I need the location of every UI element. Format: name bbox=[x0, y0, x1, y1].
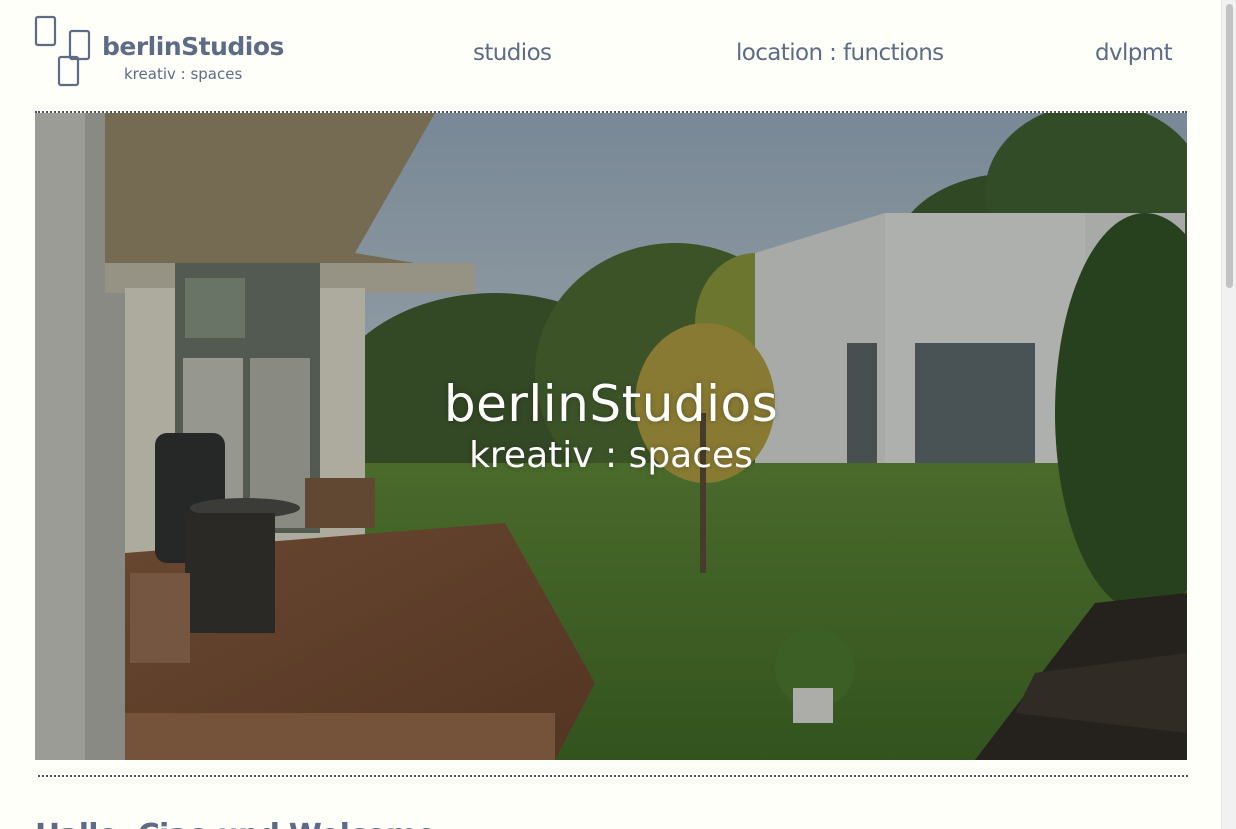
logo-title: berlinStudios bbox=[102, 32, 284, 61]
logo-mark-icon bbox=[34, 15, 91, 87]
hero-divider bbox=[38, 775, 1188, 777]
page: berlinStudios kreativ : spaces studios l… bbox=[0, 0, 1236, 829]
logo-tagline: kreativ : spaces bbox=[124, 65, 243, 83]
nav-item-location-functions[interactable]: location : functions bbox=[736, 40, 944, 66]
hero-subtitle: kreativ : spaces bbox=[469, 435, 753, 476]
scrollbar-thumb[interactable] bbox=[1226, 4, 1233, 288]
nav-item-studios[interactable]: studios bbox=[473, 40, 552, 66]
nav-item-dvlpmt[interactable]: dvlpmt bbox=[1095, 40, 1173, 66]
welcome-heading: Hallo, Ciao und Welcome bbox=[35, 818, 437, 829]
site-header: berlinStudios kreativ : spaces studios l… bbox=[0, 0, 1222, 112]
hero-title: berlinStudios bbox=[443, 375, 779, 433]
site-logo[interactable]: berlinStudios kreativ : spaces bbox=[34, 15, 284, 87]
vertical-scrollbar[interactable] bbox=[1221, 0, 1236, 829]
hero-banner: berlinStudios kreativ : spaces bbox=[35, 113, 1187, 760]
